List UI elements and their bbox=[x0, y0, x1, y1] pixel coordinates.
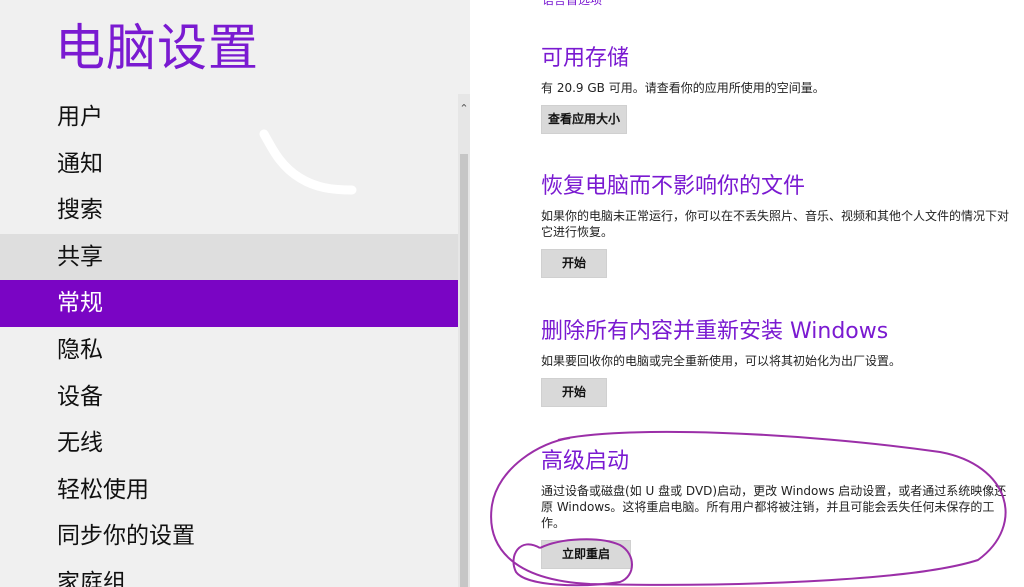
nav-item[interactable]: 隐私 bbox=[0, 327, 458, 374]
left-pane: 电脑设置 用户 通知 搜索 共享 常规 隐私 设备 无线 轻松使用 同步你的设置 家庭组 ⌃ bbox=[0, 0, 470, 587]
section-title: 删除所有内容并重新安装 Windows bbox=[541, 319, 889, 344]
storage-section: 可用存储 有 20.9 GB 可用。请查看你的应用所使用的空间量。 查看应用大小 bbox=[541, 44, 1016, 134]
nav-item[interactable]: 轻松使用 bbox=[0, 467, 458, 514]
scroll-up-icon[interactable]: ⌃ bbox=[458, 102, 470, 116]
settings-nav: 用户 通知 搜索 共享 常规 隐私 设备 无线 轻松使用 同步你的设置 家庭组 bbox=[0, 94, 458, 587]
nav-item[interactable]: 搜索 bbox=[0, 187, 458, 234]
nav-item[interactable]: 设备 bbox=[0, 374, 458, 421]
page-title: 电脑设置 bbox=[55, 19, 259, 77]
section-description: 如果你的电脑未正常运行，你可以在不丢失照片、音乐、视频和其他个人文件的情况下对它… bbox=[541, 209, 1010, 239]
nav-item[interactable]: 同步你的设置 bbox=[0, 513, 458, 560]
reset-section: 删除所有内容并重新安装 Windows 如果要回收你的电脑或完全重新使用，可以将… bbox=[541, 317, 1016, 407]
view-app-sizes-button[interactable]: 查看应用大小 bbox=[541, 105, 628, 134]
section-title: 可用存储 bbox=[541, 46, 630, 71]
advanced-startup-section: 高级启动 通过设备或磁盘(如 U 盘或 DVD)启动，更改 Windows 启动… bbox=[541, 447, 1016, 569]
nav-item[interactable]: 无线 bbox=[0, 420, 458, 467]
nav-item[interactable]: 共享 bbox=[0, 233, 458, 281]
nav-item[interactable]: 常规 bbox=[0, 280, 458, 327]
refresh-section: 恢复电脑而不影响你的文件 如果你的电脑未正常运行，你可以在不丢失照片、音乐、视频… bbox=[541, 172, 1016, 278]
section-title: 高级启动 bbox=[541, 449, 630, 474]
section-description: 通过设备或磁盘(如 U 盘或 DVD)启动，更改 Windows 启动设置，或者… bbox=[541, 484, 1007, 530]
language-preferences-link[interactable]: 语言首选项 bbox=[542, 0, 602, 8]
section-title: 恢复电脑而不影响你的文件 bbox=[541, 174, 806, 199]
scroll-thumb[interactable] bbox=[460, 154, 468, 587]
nav-item[interactable]: 家庭组 bbox=[0, 560, 458, 587]
content-pane: 语言首选项 可用存储 有 20.9 GB 可用。请查看你的应用所使用的空间量。 … bbox=[470, 0, 1024, 587]
annotation-scribble bbox=[259, 129, 357, 195]
section-description: 有 20.9 GB 可用。请查看你的应用所使用的空间量。 bbox=[541, 81, 825, 95]
restart-now-button[interactable]: 立即重启 bbox=[541, 540, 632, 569]
refresh-start-button[interactable]: 开始 bbox=[541, 249, 608, 278]
nav-item[interactable]: 通知 bbox=[0, 141, 458, 188]
reset-start-button[interactable]: 开始 bbox=[541, 378, 608, 407]
section-description: 如果要回收你的电脑或完全重新使用，可以将其初始化为出厂设置。 bbox=[541, 354, 902, 368]
nav-item[interactable]: 用户 bbox=[0, 94, 458, 141]
nav-scrollbar[interactable]: ⌃ bbox=[458, 94, 470, 587]
